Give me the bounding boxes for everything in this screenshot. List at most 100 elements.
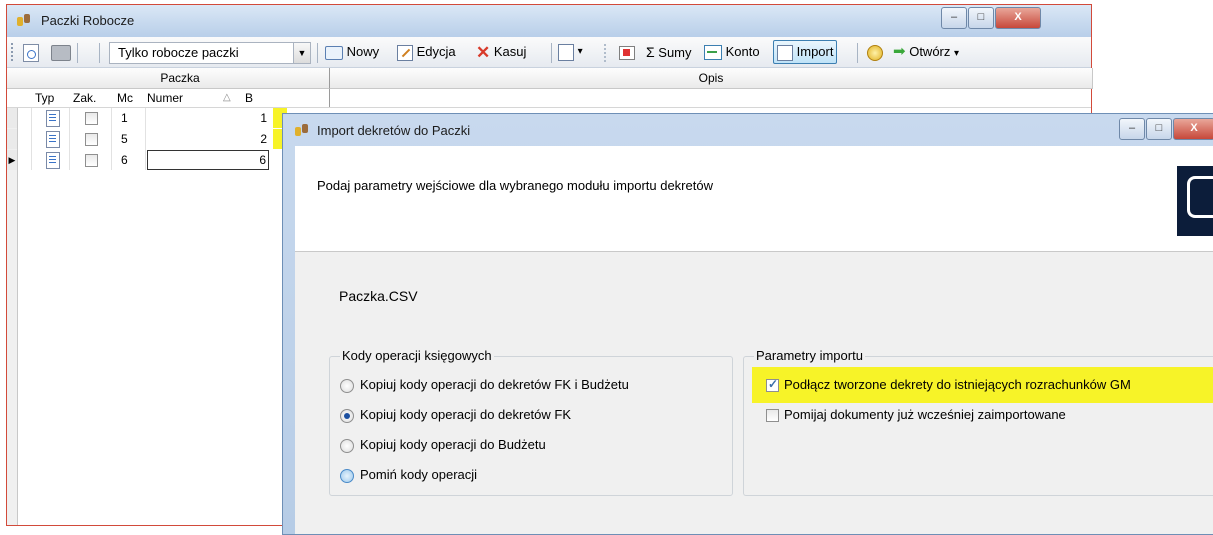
account-icon (704, 45, 722, 61)
delete-icon: ✕ (476, 42, 491, 62)
import-parameters-group: Parametry importu ✓ Podłącz tworzone dek… (743, 348, 1213, 496)
closed-checkbox[interactable] (85, 112, 98, 125)
app-icon (17, 14, 33, 28)
filter-dropdown[interactable]: Tylko robocze paczki ▼ (109, 42, 311, 64)
preview-icon[interactable] (23, 42, 39, 62)
toolbar-separator (857, 43, 858, 63)
filter-dropdown-value: Tylko robocze paczki (118, 45, 239, 60)
row-selector[interactable] (7, 129, 17, 149)
delete-button-label: Kasuj (493, 44, 527, 59)
column-header-numer[interactable]: Numer (147, 89, 183, 107)
maximize-button[interactable]: □ (968, 7, 994, 29)
delete-button[interactable]: ✕ Kasuj (476, 42, 526, 62)
sums-button-label: Sumy (658, 45, 692, 60)
dialog-instruction: Podaj parametry wejściowe dla wybranego … (317, 178, 713, 193)
wizard-logo-icon (1177, 166, 1213, 236)
group-header-opis[interactable]: Opis (329, 68, 1093, 89)
document-icon (46, 131, 60, 148)
edit-button[interactable]: Edycja (397, 42, 456, 62)
radio-option-label[interactable]: Kopiuj kody operacji do dekretów FK (360, 407, 571, 422)
dropdown-arrow-icon: ▾ (954, 48, 960, 59)
table-row[interactable]: 5 2 (7, 129, 287, 149)
closed-checkbox[interactable] (85, 133, 98, 146)
dialog-minimize-button[interactable]: – (1119, 118, 1145, 140)
row-header-corner (7, 68, 32, 89)
stop-icon (619, 45, 635, 60)
checkbox-option-label[interactable]: Pomijaj dokumenty już wcześniej zaimport… (784, 407, 1066, 422)
checkbox-unchecked[interactable] (766, 409, 779, 422)
lock-button[interactable] (867, 42, 883, 62)
new-button-label: Nowy (346, 44, 380, 59)
operation-codes-group-title: Kody operacji księgowych (340, 348, 494, 363)
edit-button-label: Edycja (416, 44, 456, 59)
radio-option-label[interactable]: Pomiń kody operacji (360, 467, 477, 482)
sigma-icon: Σ (646, 44, 655, 60)
import-button-label: Import (796, 44, 834, 59)
column-header-typ[interactable]: Typ (35, 89, 54, 107)
column-header-mc[interactable]: Mc (117, 89, 133, 107)
sort-ascending-icon[interactable]: △ (223, 89, 231, 107)
account-button-label: Konto (725, 44, 760, 59)
toolbar: Tylko robocze paczki ▼ Nowy Edycja ✕ Kas… (7, 37, 1091, 68)
toolbar-separator (99, 43, 100, 63)
new-button[interactable]: Nowy (325, 42, 379, 62)
radio-option-label[interactable]: Kopiuj kody operacji do Budżetu (360, 437, 546, 452)
account-button[interactable]: Konto (704, 42, 760, 62)
toolbar-grip[interactable] (11, 43, 16, 61)
checkbox-checked[interactable]: ✓ (766, 377, 779, 392)
table-row[interactable]: ▶ 6 6 (7, 150, 287, 170)
import-button[interactable]: Import (773, 40, 838, 64)
main-window-title: Paczki Robocze (41, 13, 135, 28)
import-dialog: Import dekretów do Paczki – □ X Podaj pa… (282, 113, 1213, 535)
closed-checkbox[interactable] (85, 154, 98, 167)
radio-option-label[interactable]: Kopiuj kody operacji do dekretów FK i Bu… (360, 377, 629, 392)
dialog-title-bar[interactable]: Import dekretów do Paczki – □ X (283, 114, 1213, 146)
document-menu-button[interactable]: ▾ (558, 42, 583, 62)
toolbar-grip (604, 44, 608, 62)
dialog-body: Podaj parametry wejściowe dla wybranego … (295, 146, 1213, 534)
close-button[interactable]: X (995, 7, 1041, 29)
radio-button-selected[interactable] (340, 409, 354, 423)
documents-icon (558, 44, 574, 62)
folder-icon (325, 45, 343, 60)
dialog-close-button[interactable]: X (1173, 118, 1213, 140)
open-button-label: Otwórz (909, 44, 951, 59)
toolbar-separator (317, 43, 318, 63)
table-row[interactable]: 1 1 (7, 108, 287, 128)
cell-mc: 6 (121, 153, 128, 167)
import-icon (777, 44, 793, 61)
document-icon (46, 110, 60, 127)
column-header-row: Typ Zak. Mc Numer △ B (7, 89, 1091, 108)
radio-button[interactable] (340, 379, 354, 393)
dialog-maximize-button[interactable]: □ (1146, 118, 1172, 140)
toolbar-separator (551, 43, 552, 63)
row-header-strip (7, 108, 18, 525)
column-divider (329, 89, 330, 107)
radio-button[interactable] (340, 469, 354, 483)
row-header-col (11, 89, 31, 107)
minimize-button[interactable]: – (941, 7, 967, 29)
main-title-bar[interactable]: Paczki Robocze – □ X (7, 5, 1091, 37)
cell-numer-active[interactable]: 6 (147, 150, 269, 170)
cell-mc: 5 (121, 132, 128, 146)
document-icon (46, 152, 60, 169)
sums-button[interactable]: Σ Sumy (646, 42, 692, 62)
current-row-arrow-icon[interactable]: ▶ (7, 150, 17, 170)
cell-mc: 1 (121, 111, 128, 125)
chevron-down-icon[interactable]: ▼ (293, 43, 310, 63)
checkbox-option-label[interactable]: Podłącz tworzone dekrety do istniejących… (784, 377, 1131, 392)
print-icon[interactable] (51, 42, 71, 62)
open-button[interactable]: ➡ Otwórz ▾ (893, 42, 959, 62)
column-header-zak[interactable]: Zak. (73, 89, 96, 107)
radio-button[interactable] (340, 439, 354, 453)
arrow-right-icon: ➡ (893, 43, 906, 60)
row-selector[interactable] (7, 108, 17, 128)
import-parameters-group-title: Parametry importu (754, 348, 865, 363)
operation-codes-group: Kody operacji księgowych Kopiuj kody ope… (329, 348, 733, 496)
grid-line (31, 108, 32, 170)
column-header-b[interactable]: B (245, 89, 253, 107)
dialog-title: Import dekretów do Paczki (317, 123, 471, 138)
group-header-paczka[interactable]: Paczka (31, 68, 330, 89)
stop-button[interactable] (619, 42, 635, 62)
import-module-name: Paczka.CSV (339, 288, 418, 304)
